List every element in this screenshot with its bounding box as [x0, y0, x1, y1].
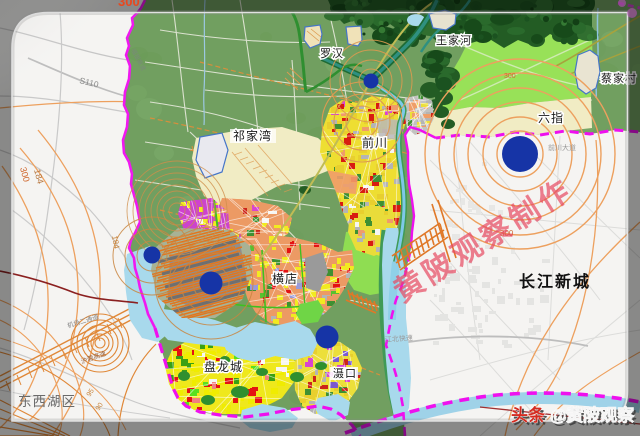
svg-text:300: 300 — [118, 0, 140, 9]
svg-text:滠口: 滠口 — [333, 367, 357, 380]
svg-text:长江新城: 长江新城 — [519, 272, 591, 291]
svg-text:东西湖区: 东西湖区 — [18, 394, 76, 409]
svg-text:王家河: 王家河 — [436, 33, 472, 47]
svg-text:前川大道: 前川大道 — [548, 143, 576, 152]
svg-text:头条 @黄陂观察: 头条 @黄陂观察 — [511, 405, 635, 425]
svg-text:罗汉: 罗汉 — [320, 47, 344, 60]
svg-text:盘龙城: 盘龙城 — [204, 359, 243, 374]
svg-text:300: 300 — [504, 73, 516, 80]
svg-text:前川: 前川 — [362, 135, 388, 150]
svg-text:祁家湾: 祁家湾 — [233, 128, 272, 143]
svg-text:六指: 六指 — [538, 110, 564, 125]
svg-text:横店: 横店 — [272, 272, 298, 286]
